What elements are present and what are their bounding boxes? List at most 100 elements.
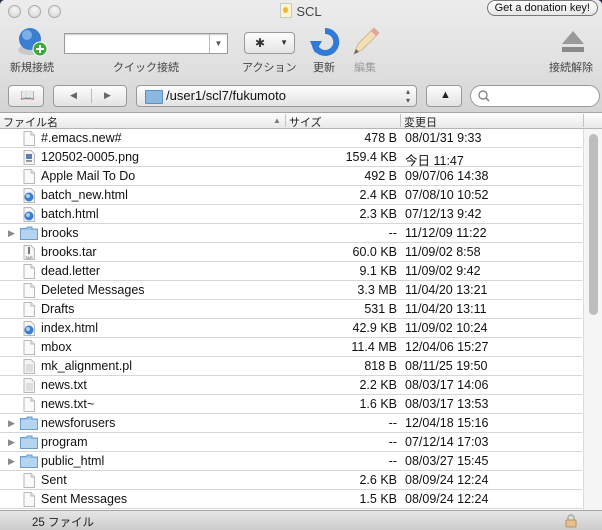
file-row[interactable]: Deleted Messages 3.3 MB 11/04/20 13:21 [0, 281, 582, 300]
donation-button[interactable]: Get a donation key! [486, 0, 598, 16]
history-nav: ◀ ▶ [53, 85, 127, 107]
column-name[interactable]: ファイル名 [3, 114, 58, 130]
file-size: 3.3 MB [357, 283, 397, 297]
vertical-scrollbar[interactable] [583, 129, 602, 510]
file-size: 159.4 KB [345, 150, 397, 164]
file-name: program [41, 435, 88, 449]
file-row[interactable]: ▶ program -- 07/12/14 17:03 [0, 433, 582, 452]
disclosure-triangle-icon[interactable]: ▶ [8, 437, 15, 448]
disclosure-triangle-icon[interactable]: ▶ [8, 418, 15, 429]
file-name: 120502-0005.png [41, 150, 140, 164]
file-row[interactable]: 120502-0005.png 159.4 KB 今日 11:47 [0, 148, 582, 168]
search-input[interactable] [470, 85, 600, 107]
file-date: 12/04/18 15:16 [405, 416, 489, 430]
file-name: public_html [41, 454, 105, 468]
file-date: 09/07/06 14:38 [405, 169, 489, 183]
file-size: 60.0 KB [352, 245, 397, 259]
file-size: 478 B [364, 131, 397, 145]
file-name: index.html [41, 321, 98, 335]
chevron-down-icon[interactable]: ▼ [209, 34, 227, 53]
file-row[interactable]: ▶ newsforusers -- 12/04/18 15:16 [0, 414, 582, 433]
file-row[interactable]: news.txt 2.2 KB 08/03/17 14:06 [0, 376, 582, 395]
file-size: 2.3 KB [359, 207, 397, 221]
file-list: #.emacs.new# 478 B 08/01/31 9:33 120502-000… [0, 129, 582, 509]
sftp-window: SCL Get a donation key! 新規接続 ▼ クイック接続 ✱ … [0, 0, 602, 530]
file-size: 2.2 KB [359, 378, 397, 392]
text-file-icon [22, 378, 36, 393]
file-date: 11/12/09 11:22 [405, 226, 487, 240]
file-row[interactable]: Apple Mail To Do 492 B 09/07/06 14:38 [0, 167, 582, 186]
file-date: 08/03/27 15:45 [405, 454, 489, 468]
file-row[interactable]: mbox 11.4 MB 12/04/06 15:27 [0, 338, 582, 357]
file-date: 11/09/02 10:24 [405, 321, 488, 335]
file-file-icon [22, 492, 36, 507]
forward-icon[interactable]: ▶ [104, 90, 111, 101]
file-name: batch.html [41, 207, 99, 221]
folder-icon [145, 90, 163, 104]
chevron-down-icon: ▼ [280, 38, 288, 47]
folder-icon [20, 226, 38, 240]
scrollbar-thumb[interactable] [589, 134, 598, 315]
column-divider[interactable] [285, 114, 286, 127]
file-name: mk_alignment.pl [41, 359, 133, 373]
file-name: Sent Messages [41, 492, 128, 506]
book-icon: 📖 [20, 88, 35, 102]
file-size: -- [388, 226, 397, 240]
column-size[interactable]: サイズ [289, 114, 322, 130]
file-date: 11/04/20 13:21 [405, 283, 488, 297]
file-date: 11/04/20 13:11 [405, 302, 487, 316]
file-row[interactable]: news.txt~ 1.6 KB 08/03/17 13:53 [0, 395, 582, 414]
file-date: 08/03/17 13:53 [405, 397, 489, 411]
back-icon[interactable]: ◀ [70, 90, 77, 101]
folder-icon [20, 435, 38, 449]
file-row[interactable]: mk_alignment.pl 818 B 08/11/25 19:50 [0, 357, 582, 376]
lock-icon [565, 514, 577, 528]
file-file-icon [22, 131, 36, 146]
bookmarks-button[interactable]: 📖 [8, 85, 44, 107]
file-name: brooks [41, 226, 79, 240]
svg-text:TAR: TAR [25, 255, 33, 260]
file-row[interactable]: ▶ brooks -- 11/12/09 11:22 [0, 224, 582, 243]
file-row[interactable]: Sent 2.6 KB 08/09/24 12:24 [0, 471, 582, 490]
gear-icon: ✱ [255, 36, 266, 50]
file-name: Deleted Messages [41, 283, 145, 297]
file-file-icon [22, 302, 36, 317]
text-file-icon [22, 359, 36, 374]
disclosure-triangle-icon[interactable]: ▶ [8, 456, 15, 467]
column-modified[interactable]: 変更日 [404, 114, 437, 130]
file-row[interactable]: Sent Messages 1.5 KB 08/09/24 12:24 [0, 490, 582, 509]
file-file-icon [22, 169, 36, 184]
quick-connect-label: クイック接続 [113, 62, 179, 74]
file-row[interactable]: TAR brooks.tar 60.0 KB 11/09/02 8:58 [0, 243, 582, 262]
file-row[interactable]: index.html 42.9 KB 11/09/02 10:24 [0, 319, 582, 338]
refresh-label: 更新 [313, 62, 335, 74]
column-divider[interactable] [400, 114, 401, 127]
file-date: 08/09/24 12:24 [405, 473, 489, 487]
file-row[interactable]: #.emacs.new# 478 B 08/01/31 9:33 [0, 129, 582, 148]
file-file-icon [22, 473, 36, 488]
file-date: 08/03/17 14:06 [405, 378, 489, 392]
file-name: Apple Mail To Do [41, 169, 136, 183]
disclosure-triangle-icon[interactable]: ▶ [8, 228, 15, 239]
path-selector[interactable]: /user1/scl7/fukumoto ▴ ▾ [136, 85, 417, 107]
image-file-icon [22, 150, 36, 165]
file-name: Drafts [41, 302, 75, 316]
file-row[interactable]: batch.html 2.3 KB 07/12/13 9:42 [0, 205, 582, 224]
file-row[interactable]: batch_new.html 2.4 KB 07/08/10 10:52 [0, 186, 582, 205]
globe-add-icon [18, 28, 48, 57]
file-file-icon [22, 283, 36, 298]
up-down-arrows-icon: ▴ ▾ [405, 87, 410, 105]
status-bar: 25 ファイル [0, 510, 602, 530]
file-row[interactable]: ▶ public_html -- 08/03/27 15:45 [0, 452, 582, 471]
file-row[interactable]: dead.letter 9.1 KB 11/09/02 9:42 [0, 262, 582, 281]
file-date: 07/12/14 17:03 [405, 435, 489, 449]
file-row[interactable]: Drafts 531 B 11/04/20 13:11 [0, 300, 582, 319]
archive-file-icon: TAR [22, 245, 36, 260]
html-file-icon [22, 321, 36, 336]
parent-directory-button[interactable]: ▲ [426, 85, 462, 107]
quick-connect-combobox[interactable]: ▼ [64, 33, 228, 54]
action-menu-button[interactable]: ✱ ▼ [244, 32, 295, 54]
file-size: -- [388, 435, 397, 449]
file-size: -- [388, 454, 397, 468]
current-path: /user1/scl7/fukumoto [166, 88, 286, 103]
